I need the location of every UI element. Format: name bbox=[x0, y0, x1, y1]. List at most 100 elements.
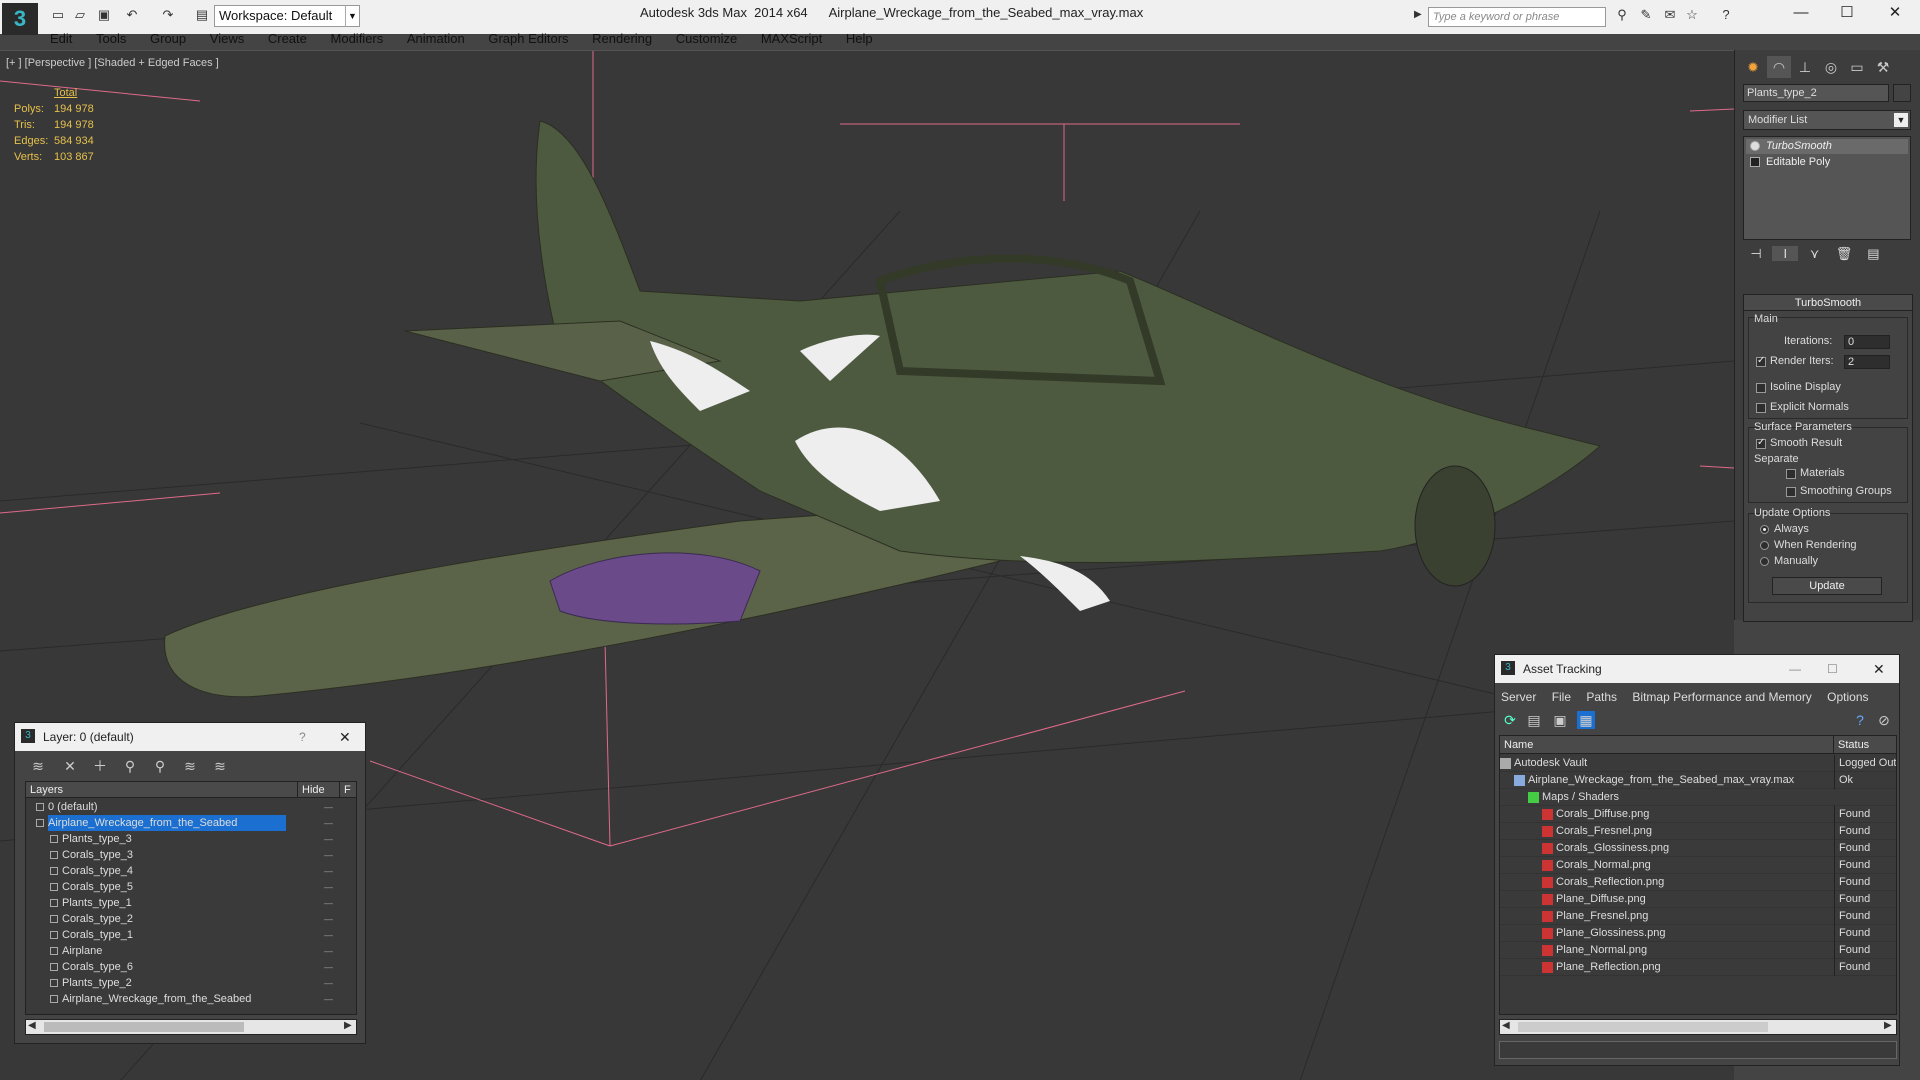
favorites-star-icon[interactable]: ☆ bbox=[1684, 8, 1700, 22]
menu-graph-editors[interactable]: Graph Editors bbox=[478, 28, 578, 50]
menu-modifiers[interactable]: Modifiers bbox=[321, 28, 394, 50]
asset-row[interactable]: Plane_Glossiness.png Found bbox=[1500, 925, 1896, 942]
maximize-icon[interactable]: ☐ bbox=[1827, 655, 1838, 683]
menu-help[interactable]: Help bbox=[836, 28, 883, 50]
render-iters-checkbox[interactable] bbox=[1756, 355, 1766, 367]
explicit-normals-checkbox[interactable] bbox=[1756, 403, 1766, 413]
menu-server[interactable]: Server bbox=[1495, 687, 1542, 707]
asset-row[interactable]: Plane_Normal.png Found bbox=[1500, 942, 1896, 959]
modify-tab-icon[interactable]: ◠ bbox=[1767, 56, 1791, 78]
layer-row[interactable]: Corals_type_6 — bbox=[26, 959, 356, 975]
hide-toggle[interactable]: — bbox=[324, 815, 333, 831]
layer-row[interactable]: Corals_type_1 — bbox=[26, 927, 356, 943]
object-color-swatch[interactable] bbox=[1893, 84, 1911, 102]
layer-row[interactable]: Corals_type_5 — bbox=[26, 879, 356, 895]
expand-icon[interactable] bbox=[1750, 157, 1760, 167]
add-to-layer-icon[interactable]: ＋ bbox=[91, 757, 109, 775]
hide-toggle[interactable]: — bbox=[324, 799, 333, 815]
hierarchy-tab-icon[interactable]: ⊥ bbox=[1793, 56, 1817, 78]
make-unique-icon[interactable]: ⋎ bbox=[1802, 246, 1828, 262]
iterations-spinner[interactable]: 0 bbox=[1844, 335, 1890, 349]
asset-row[interactable]: Autodesk Vault Logged Out bbox=[1500, 755, 1896, 772]
menu-paths[interactable]: Paths bbox=[1580, 687, 1623, 707]
menu-options[interactable]: Options bbox=[1821, 687, 1874, 707]
app-logo-icon[interactable]: 3 bbox=[2, 3, 38, 35]
highlight-layer-icon[interactable]: ⚲ bbox=[151, 757, 169, 775]
configure-sets-icon[interactable]: ▤ bbox=[1860, 246, 1886, 262]
scrollbar-thumb[interactable] bbox=[44, 1022, 244, 1032]
menu-tools[interactable]: Tools bbox=[86, 28, 136, 50]
layer-row[interactable]: Airplane_Wreckage_from_the_Seabed — bbox=[26, 815, 356, 831]
menu-animation[interactable]: Animation bbox=[397, 28, 475, 50]
asset-row[interactable]: Plane_Diffuse.png Found bbox=[1500, 891, 1896, 908]
stack-item-editable-poly[interactable]: Editable Poly bbox=[1746, 155, 1908, 170]
light-bulb-icon[interactable] bbox=[1750, 141, 1760, 151]
minimize-icon[interactable]: — bbox=[1778, 0, 1824, 26]
minimize-icon[interactable]: — bbox=[1789, 655, 1801, 683]
help-icon[interactable]: ? bbox=[1718, 8, 1734, 22]
rollout-header[interactable]: TurboSmooth bbox=[1744, 295, 1912, 311]
refresh-icon[interactable]: ⟳ bbox=[1501, 711, 1519, 729]
hide-column-header[interactable]: Hide bbox=[298, 782, 340, 798]
layer-row[interactable]: Corals_type_2 — bbox=[26, 911, 356, 927]
materials-checkbox[interactable] bbox=[1786, 469, 1796, 479]
layer-row[interactable]: Airplane_Wreckage_from_the_Seabed — bbox=[26, 991, 356, 1007]
scroll-right-icon[interactable]: ▶ bbox=[344, 1020, 352, 1031]
menu-views[interactable]: Views bbox=[200, 28, 254, 50]
stack-item-turbosmooth[interactable]: TurboSmooth bbox=[1746, 139, 1908, 154]
delete-layer-icon[interactable]: ✕ bbox=[61, 757, 79, 775]
isoline-display-checkbox[interactable] bbox=[1756, 383, 1766, 393]
layer-row[interactable]: Corals_type_4 — bbox=[26, 863, 356, 879]
layer-row[interactable]: Plants_type_3 — bbox=[26, 831, 356, 847]
utilities-tab-icon[interactable]: ⚒ bbox=[1871, 56, 1895, 78]
menu-file[interactable]: File bbox=[1546, 687, 1577, 707]
hide-toggle[interactable]: — bbox=[324, 991, 333, 1007]
asset-row[interactable]: Plane_Reflection.png Found bbox=[1500, 959, 1896, 976]
hide-toggle[interactable]: — bbox=[324, 911, 333, 927]
scrollbar-thumb[interactable] bbox=[1518, 1022, 1768, 1032]
airplane-wreckage-model[interactable] bbox=[164, 120, 1602, 698]
remove-modifier-icon[interactable]: 🗑 bbox=[1831, 246, 1857, 262]
asset-row[interactable]: Corals_Reflection.png Found bbox=[1500, 874, 1896, 891]
layer-row[interactable]: Corals_type_3 — bbox=[26, 847, 356, 863]
subscription-icon[interactable]: ✎ bbox=[1638, 8, 1654, 22]
close-icon[interactable]: ✕ bbox=[1872, 0, 1918, 26]
menu-group[interactable]: Group bbox=[140, 28, 196, 50]
hide-toggle[interactable]: — bbox=[324, 879, 333, 895]
menu-rendering[interactable]: Rendering bbox=[582, 28, 662, 50]
object-name-field[interactable]: Plants_type_2 bbox=[1743, 84, 1889, 102]
display-tab-icon[interactable]: ▭ bbox=[1845, 56, 1869, 78]
help-icon[interactable]: ? bbox=[299, 723, 306, 751]
project-folder-icon[interactable]: ▤ bbox=[194, 8, 210, 22]
asset-row[interactable]: Corals_Diffuse.png Found bbox=[1500, 806, 1896, 823]
layer-row[interactable]: Plants_type_1 — bbox=[26, 895, 356, 911]
asset-row[interactable]: Corals_Glossiness.png Found bbox=[1500, 840, 1896, 857]
menu-create[interactable]: Create bbox=[258, 28, 317, 50]
asset-row[interactable]: Corals_Fresnel.png Found bbox=[1500, 823, 1896, 840]
table-view-icon[interactable]: ▦ bbox=[1577, 711, 1595, 729]
layer-row[interactable]: Plants_type_2 — bbox=[26, 975, 356, 991]
layer-window-title-bar[interactable]: 3 Layer: 0 (default) ? ✕ bbox=[15, 723, 365, 751]
menu-edit[interactable]: Edit bbox=[40, 28, 82, 50]
list-view-icon[interactable]: ▤ bbox=[1525, 711, 1543, 729]
asset-row[interactable]: Airplane_Wreckage_from_the_Seabed_max_vr… bbox=[1500, 772, 1896, 789]
show-end-result-icon[interactable]: Ι bbox=[1772, 246, 1799, 261]
pin-icon[interactable]: ⊘ bbox=[1875, 711, 1893, 729]
asset-tracking-title-bar[interactable]: 3 Asset Tracking — ☐ ✕ bbox=[1495, 655, 1899, 683]
undo-icon[interactable]: ↶ bbox=[124, 8, 140, 22]
redo-icon[interactable]: ↷ bbox=[160, 8, 176, 22]
scroll-left-icon[interactable]: ◀ bbox=[1502, 1020, 1510, 1031]
menu-customize[interactable]: Customize bbox=[666, 28, 747, 50]
asset-row[interactable]: Plane_Fresnel.png Found bbox=[1500, 908, 1896, 925]
communication-icon[interactable]: ✉ bbox=[1662, 8, 1678, 22]
hide-toggle[interactable]: — bbox=[324, 943, 333, 959]
layer-row[interactable]: 0 (default) — bbox=[26, 799, 356, 815]
menu-bitmap-performance[interactable]: Bitmap Performance and Memory bbox=[1626, 687, 1817, 707]
thumbnail-view-icon[interactable]: ▣ bbox=[1551, 711, 1569, 729]
pin-stack-icon[interactable]: ⊣ bbox=[1743, 246, 1769, 262]
close-icon[interactable]: ✕ bbox=[339, 723, 351, 751]
binoculars-icon[interactable]: ⚲ bbox=[1614, 8, 1630, 22]
create-tab-icon[interactable]: ✹ bbox=[1741, 56, 1765, 78]
update-button[interactable]: Update bbox=[1772, 577, 1882, 595]
scroll-right-icon[interactable]: ▶ bbox=[1884, 1020, 1892, 1031]
